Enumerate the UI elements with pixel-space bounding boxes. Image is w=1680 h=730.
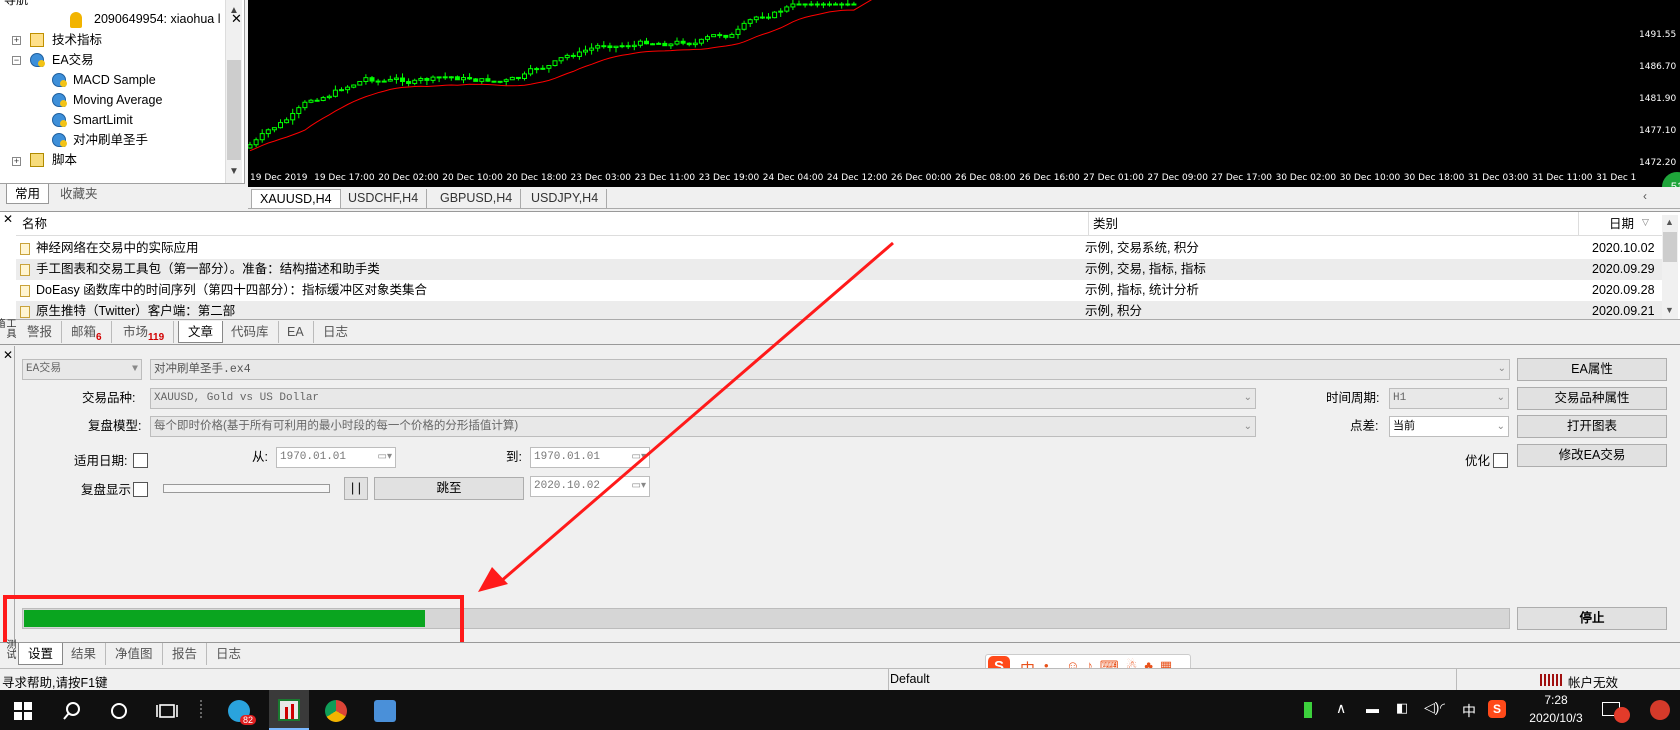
annotation-arrow xyxy=(478,241,894,592)
status-bar: 寻求帮助,请按F1键 Default 帐户无效 xyxy=(0,668,1680,691)
connection-bars-icon xyxy=(1540,674,1562,686)
search-icon[interactable] xyxy=(61,700,83,722)
status-help-text: 寻求帮助,请按F1键 xyxy=(2,676,108,690)
status-profile: Default xyxy=(890,672,930,686)
battery-icon[interactable] xyxy=(1304,702,1312,718)
tray-app-icon[interactable] xyxy=(1650,700,1670,720)
input-indicator-icon[interactable]: ◧ xyxy=(1396,700,1408,716)
task-view-icon[interactable] xyxy=(156,700,178,722)
tab-equity-graph[interactable]: 净值图 xyxy=(106,643,163,665)
tester-side-label: 测试 xyxy=(4,639,15,659)
clock-time[interactable]: 7:28 xyxy=(1526,693,1586,707)
arrow-shaft xyxy=(499,241,894,584)
tab-tester-journal[interactable]: 日志 xyxy=(207,643,250,665)
chevron-up-icon[interactable]: ∧ xyxy=(1336,700,1346,717)
tab-settings[interactable]: 设置 xyxy=(18,643,64,665)
telegram-unread-badge: 82 xyxy=(240,715,257,725)
ime-language-label[interactable]: 中 xyxy=(1462,701,1476,721)
weibo-icon xyxy=(1614,707,1630,723)
status-divider xyxy=(888,669,889,691)
windows-taskbar: 82 ∧ ▬ ◧ ◁) ◜ 中 S 7:28 2020/10/3 xyxy=(0,690,1680,730)
windows-start-icon[interactable] xyxy=(12,700,34,722)
mt4-taskbar-button[interactable] xyxy=(269,690,309,730)
taskbar-grip xyxy=(200,700,202,720)
network-app-icon[interactable] xyxy=(374,700,396,722)
status-connection: 帐户无效 xyxy=(1568,676,1619,690)
clock-date[interactable]: 2020/10/3 xyxy=(1520,711,1592,725)
wifi-icon[interactable]: ◜ xyxy=(1440,700,1445,716)
chrome-icon[interactable] xyxy=(325,700,347,722)
cortana-icon[interactable] xyxy=(108,700,130,722)
status-divider xyxy=(1456,669,1457,691)
keyboard-icon[interactable]: ▬ xyxy=(1366,701,1379,716)
mt4-icon xyxy=(278,699,300,721)
volume-icon[interactable]: ◁) xyxy=(1424,699,1439,716)
sogou-tray-icon[interactable]: S xyxy=(1488,700,1506,718)
tester-tabs: 测试 设置 结果 净值图 报告 日志 xyxy=(0,639,1680,665)
tab-report[interactable]: 报告 xyxy=(163,643,208,665)
tab-results[interactable]: 结果 xyxy=(62,643,107,665)
arrow-head xyxy=(478,567,508,592)
